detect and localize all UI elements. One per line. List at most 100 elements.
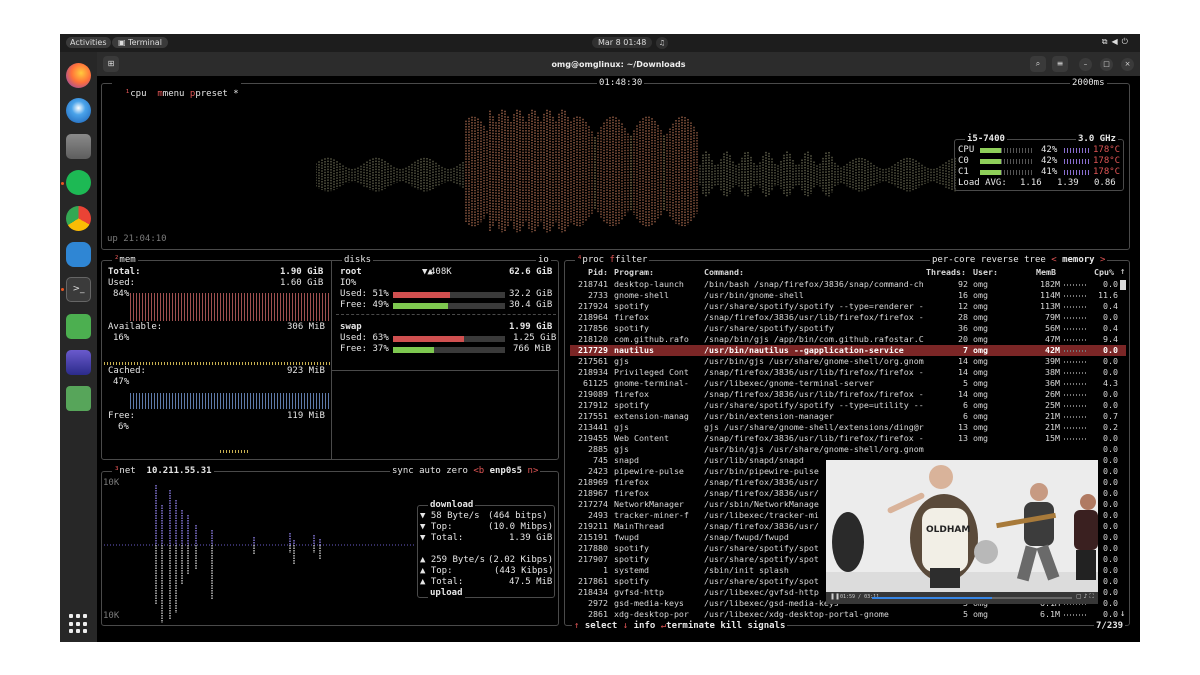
proc-cell-threads: 14 [958, 389, 968, 399]
proc-row[interactable]: 218120 com.github.rafo/snap/bin/gjs /app/… [570, 334, 1126, 345]
chrome-icon[interactable] [66, 206, 91, 231]
sort-prev[interactable]: < [1051, 255, 1056, 265]
net-ip: 10.211.55.31 [146, 466, 212, 476]
notification-icon[interactable]: ♫ [656, 37, 668, 49]
info-action[interactable]: info [634, 621, 656, 631]
swap-used: 1.25 GiB [513, 333, 557, 343]
extensions-icon[interactable] [66, 242, 91, 267]
video-player-icon[interactable] [66, 350, 91, 375]
col-pid[interactable]: Pid: [570, 267, 608, 278]
swap-used-label: Used: 63% [340, 333, 389, 343]
proc-row[interactable]: 217551 extension-manag/usr/bin/extension-… [570, 411, 1126, 422]
proc-cell-command: /snap/firefox/3836/usr/lib/firefox/firef… [704, 367, 924, 377]
video-controls[interactable]: ❚❚ 01:59 / 03:11 ▢♪⛶ [826, 592, 1098, 604]
net-auto-toggle[interactable]: auto [419, 466, 441, 476]
play-icon[interactable]: ❚❚ [830, 593, 840, 600]
proc-cpu-graph [1064, 405, 1088, 407]
tab-cpu[interactable]: cpu [130, 89, 146, 99]
clock[interactable]: Mar 8 01:48 [592, 37, 653, 48]
scroll-up-icon[interactable]: ↑ [1120, 267, 1125, 278]
show-apps-icon[interactable] [69, 614, 89, 634]
proc-cell-user: omg [973, 356, 988, 366]
update-interval[interactable]: 2000ms [1070, 78, 1107, 89]
terminate-action[interactable]: terminate [666, 621, 715, 631]
proc-row[interactable]: 218934 Privileged Cont/snap/firefox/3836/… [570, 367, 1126, 378]
proc-row[interactable]: 218741 desktop-launch/bin/bash /snap/fire… [570, 279, 1126, 290]
video-progress-track[interactable] [872, 597, 1072, 599]
video-overlay[interactable]: OLDHAM [826, 460, 1098, 604]
col-mem[interactable]: MemB [1036, 267, 1056, 278]
net-controls: sync auto zero <b enp0s5 n> [390, 466, 541, 477]
proc-cell-program: spotify [614, 400, 649, 410]
proc-cell-command: /usr/bin/gnome-shell [704, 290, 804, 300]
proc-row[interactable]: 218964 firefox/snap/firefox/3836/usr/lib/… [570, 312, 1126, 323]
search-icon[interactable]: ⌕ [1030, 56, 1046, 72]
terminal-app-menu[interactable]: ▣ Terminal [112, 37, 168, 48]
files-icon[interactable] [66, 134, 91, 159]
minimize-button[interactable]: – [1079, 58, 1092, 71]
firefox-icon[interactable] [66, 63, 91, 88]
net-sync-toggle[interactable]: sync [392, 466, 414, 476]
cpu-frequency: 3.0 GHz [1076, 134, 1118, 145]
proc-row[interactable]: 217856 spotify/usr/share/spotify/spotify 3… [570, 323, 1126, 334]
disks-io-toggle[interactable]: io [536, 255, 551, 266]
sort-next[interactable]: > [1100, 255, 1105, 265]
activities-button[interactable]: Activities [66, 37, 111, 48]
proc-row[interactable]: 217561 gjs/usr/bin/gjs /usr/share/gnome-s… [570, 356, 1126, 367]
proc-row[interactable]: 2861 xdg-desktop-por/usr/libexec/xdg-desk… [570, 609, 1126, 620]
proc-filter[interactable]: filter [615, 255, 648, 265]
trash-icon[interactable] [66, 386, 91, 411]
system-tray[interactable]: ⧉◀⏻ [1102, 37, 1132, 47]
proc-footer: ↑ select ↓ info ↵terminate kill signals [572, 621, 788, 632]
proc-row[interactable]: 2885 gjs/usr/bin/gjs /usr/share/gnome-she… [570, 444, 1126, 455]
proc-cpu-graph [1064, 295, 1088, 297]
proc-cell-pid: 219455 [578, 433, 608, 443]
tab-preset[interactable]: preset * [195, 89, 238, 99]
proc-row[interactable]: 219455 Web Content/snap/firefox/3836/usr/… [570, 433, 1126, 444]
proc-cell-command: /usr/libexec/gnome-terminal-server [704, 378, 874, 388]
proc-cpu-graph [1064, 339, 1088, 341]
menu-icon[interactable]: ≡ [1052, 56, 1068, 72]
proc-cell-cpu: 0.2 [1103, 422, 1118, 432]
reverse-toggle[interactable]: reverse [981, 255, 1019, 265]
proc-row[interactable]: 217924 spotify/usr/share/spotify/spotify … [570, 301, 1126, 312]
proc-cell-program: gnome-terminal- [614, 378, 689, 388]
proc-cell-program: fwupd [614, 532, 639, 542]
maximize-button[interactable]: □ [1100, 58, 1113, 71]
col-user[interactable]: User: [973, 267, 998, 278]
proc-cpu-graph [1064, 328, 1088, 330]
video-extra-controls[interactable]: ▢♪⛶ [1076, 593, 1096, 601]
window-title: omg@omglinux: ~/Downloads [551, 60, 686, 69]
upload-top-label: ▲ Top: [420, 566, 453, 576]
proc-row[interactable]: 217729 nautilus/usr/bin/nautilus --gappli… [570, 345, 1126, 356]
spotify-icon[interactable] [66, 170, 91, 195]
tab-menu[interactable]: menu [163, 89, 185, 99]
col-program[interactable]: Program: [614, 267, 654, 278]
proc-row[interactable]: 2733 gnome-shell/usr/bin/gnome-shell 16 omg… [570, 290, 1126, 301]
col-command[interactable]: Command: [704, 267, 744, 278]
net-zero-toggle[interactable]: zero [446, 466, 468, 476]
select-action[interactable]: select [585, 621, 618, 631]
close-button[interactable]: × [1121, 58, 1134, 71]
proc-cell-program: com.github.rafo [614, 334, 689, 344]
disk-bottom-line [332, 370, 558, 371]
tree-toggle[interactable]: tree [1024, 255, 1046, 265]
running-indicator [61, 182, 64, 185]
cpu-model: i5-7400 [965, 134, 1007, 145]
mem-disks-panel [101, 260, 559, 460]
root-free-bar [393, 303, 505, 309]
proc-row[interactable]: 213441 gjs gjs /usr/share/gnome-shell/exte… [570, 422, 1126, 433]
terminal-dock-icon[interactable]: >_ [66, 277, 91, 302]
signals-action[interactable]: signals [747, 621, 785, 631]
proc-row[interactable]: 219089 firefox/snap/firefox/3836/usr/lib/… [570, 389, 1126, 400]
thunderbird-icon[interactable] [66, 98, 91, 123]
net-iface-prev[interactable]: <b [473, 466, 484, 476]
extension-manager-icon[interactable] [66, 314, 91, 339]
col-threads[interactable]: Threads: [926, 267, 966, 278]
proc-row[interactable]: 61125 gnome-terminal- /usr/libexec/gnome-t… [570, 378, 1126, 389]
col-cpu[interactable]: Cpu% [1094, 267, 1114, 278]
net-iface-next[interactable]: n> [528, 466, 539, 476]
proc-row[interactable]: 217912 spotify/usr/share/spotify/spotify … [570, 400, 1126, 411]
kill-action[interactable]: kill [720, 621, 742, 631]
per-core-toggle[interactable]: per-core [932, 255, 975, 265]
